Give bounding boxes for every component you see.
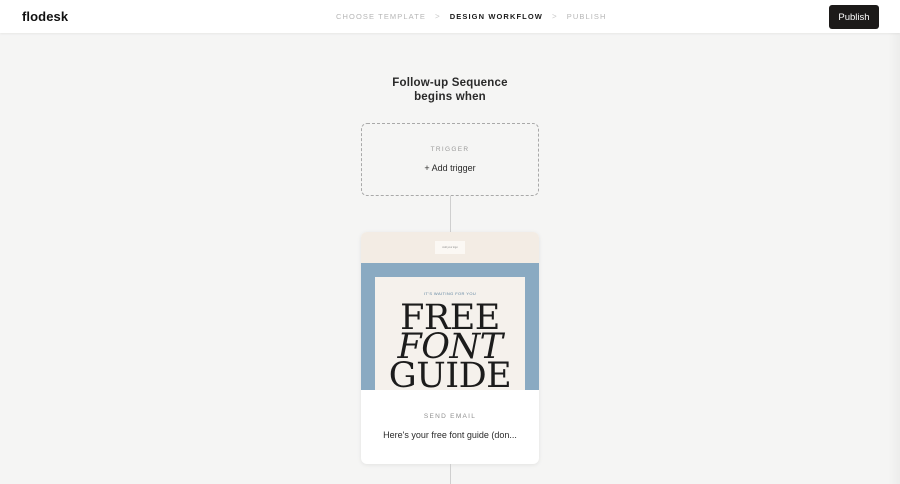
- email-logo-placeholder: Add your logo: [435, 241, 465, 254]
- workflow-steps: CHOOSE TEMPLATE > DESIGN WORKFLOW > PUBL…: [336, 12, 607, 21]
- step-separator: >: [551, 12, 558, 21]
- workflow-title-line2: begins when: [414, 91, 486, 103]
- connector-line: [450, 464, 451, 484]
- step-choose-template[interactable]: CHOOSE TEMPLATE: [336, 12, 426, 21]
- step-publish[interactable]: PUBLISH: [567, 12, 607, 21]
- hero-line-guide: GUIDE: [388, 356, 512, 396]
- connector-line: [450, 196, 451, 232]
- trigger-box[interactable]: TRIGGER + Add trigger: [361, 123, 539, 196]
- trigger-label: TRIGGER: [430, 146, 470, 153]
- scroll-shade: [888, 33, 900, 484]
- step-separator: >: [435, 12, 441, 21]
- step-design-workflow[interactable]: DESIGN WORKFLOW: [450, 12, 543, 21]
- email-hero-panel: IT'S WAITING FOR YOU FREE FONT GUIDE: [375, 277, 525, 396]
- email-preview-hero: IT'S WAITING FOR YOU FREE FONT GUIDE: [361, 263, 539, 396]
- send-email-label: SEND EMAIL: [423, 413, 477, 420]
- send-email-card[interactable]: Add your logo IT'S WAITING FOR YOU FREE …: [361, 232, 539, 464]
- hero-kicker: IT'S WAITING FOR YOU: [423, 291, 477, 296]
- email-subject: Here's your free font guide (don...: [383, 430, 517, 440]
- workflow-title: Follow-up Sequence begins when: [350, 76, 550, 104]
- add-trigger-button[interactable]: + Add trigger: [362, 163, 538, 173]
- publish-button[interactable]: Publish: [829, 5, 879, 29]
- app-logo[interactable]: flodesk: [22, 9, 68, 24]
- top-bar: flodesk CHOOSE TEMPLATE > DESIGN WORKFLO…: [0, 0, 900, 33]
- email-preview-header: Add your logo: [361, 232, 539, 263]
- workflow-title-line1: Follow-up Sequence: [392, 77, 508, 89]
